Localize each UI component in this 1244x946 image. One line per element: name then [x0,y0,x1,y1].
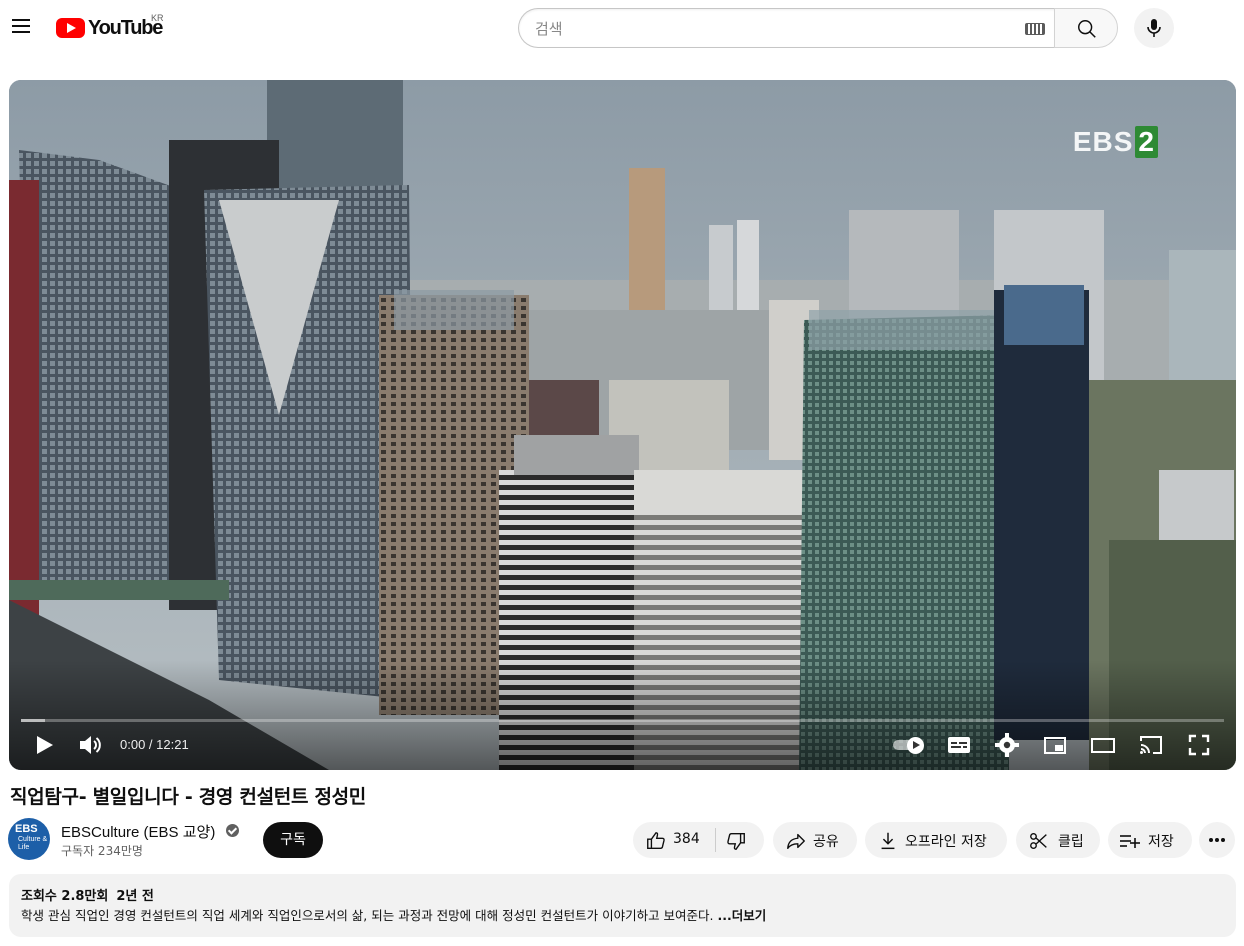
ebs-watermark: EBS 2 [1073,126,1158,158]
description-box[interactable]: 조회수 2.8만회 2년 전 학생 관심 직업인 경영 컨설턴트의 직업 세계와 … [9,874,1236,937]
download-label: 오프라인 저장 [905,834,987,850]
settings-button[interactable] [993,732,1025,758]
like-button[interactable]: 384 [633,822,715,858]
clip-label: 클립 [1058,834,1084,850]
channel-name[interactable]: EBSCulture (EBS 교양) [61,821,215,842]
thumbs-up-icon [647,832,665,850]
download-icon [881,832,895,850]
verified-badge-icon [226,824,239,837]
menu-icon[interactable] [10,16,32,38]
search-box [518,8,1055,48]
country-code: KR [151,13,164,23]
theater-mode-button[interactable] [1089,732,1121,758]
progress-bar[interactable] [21,719,1224,722]
volume-icon [80,736,101,754]
share-label: 공유 [813,834,839,850]
subtitles-icon [948,737,970,753]
upload-age: 2년 전 [116,889,154,904]
description-text: 학생 관심 직업인 경영 컨설턴트의 직업 세계와 직업인으로서의 삶, 되는 … [21,905,766,924]
share-icon [787,833,805,850]
youtube-logo[interactable]: YouTube [56,16,163,40]
show-more-link[interactable]: ...더보기 [718,908,767,923]
scissors-icon [1030,832,1047,850]
share-button[interactable]: 공유 [773,822,857,858]
avatar-logo-text: EBS [15,823,38,835]
save-label: 저장 [1148,834,1174,850]
play-icon [37,736,53,754]
search-icon [1078,20,1096,38]
buffered-bar [21,719,46,722]
search-button[interactable] [1054,8,1118,48]
download-button[interactable]: 오프라인 저장 [865,822,1007,858]
subtitles-button[interactable] [945,732,977,758]
description-snippet: 학생 관심 직업인 경영 컨설턴트의 직업 세계와 직업인으로서의 삶, 되는 … [21,908,718,923]
more-vert-icon [1209,838,1213,842]
description-meta: 조회수 2.8만회 2년 전 [21,885,162,904]
video-title: 직업탐구- 별일입니다 - 경영 컨설턴트 정성민 [10,786,366,808]
youtube-play-icon [56,18,85,38]
mic-icon [1147,19,1161,37]
cast-icon [1140,736,1162,754]
gear-icon [995,733,1019,757]
cast-button[interactable] [1137,732,1169,758]
time-display: 0:00 / 12:21 [120,737,189,752]
like-dislike-group: 384 [633,822,764,858]
fullscreen-icon [1188,734,1210,756]
miniplayer-icon [1044,737,1066,754]
more-actions-button[interactable] [1199,822,1235,858]
thumbs-down-icon [727,832,745,850]
video-player[interactable]: EBS 2 0:00 / 12:21 [9,80,1236,770]
miniplayer-button[interactable] [1041,732,1073,758]
autoplay-knob [907,737,924,754]
volume-button[interactable] [77,732,109,758]
voice-search-button[interactable] [1134,8,1174,48]
subscriber-count: 구독자 234만명 [61,844,143,858]
theater-icon [1091,738,1115,753]
clip-button[interactable]: 클립 [1016,822,1100,858]
avatar-sub-text: Culture & Life [18,836,48,851]
autoplay-toggle[interactable] [893,737,927,754]
dislike-button[interactable] [716,822,764,858]
play-button[interactable] [31,732,63,758]
view-count: 조회수 2.8만회 [21,889,109,904]
keyboard-icon[interactable] [1025,23,1045,35]
search-input[interactable] [535,18,1015,40]
subscribe-button[interactable]: 구독 [263,822,323,858]
masthead: YouTube KR [0,0,1244,56]
playlist-add-icon [1120,835,1140,848]
fullscreen-button[interactable] [1185,732,1217,758]
channel-avatar[interactable]: EBS Culture & Life [8,818,50,860]
save-button[interactable]: 저장 [1108,822,1192,858]
like-count: 384 [673,831,700,847]
